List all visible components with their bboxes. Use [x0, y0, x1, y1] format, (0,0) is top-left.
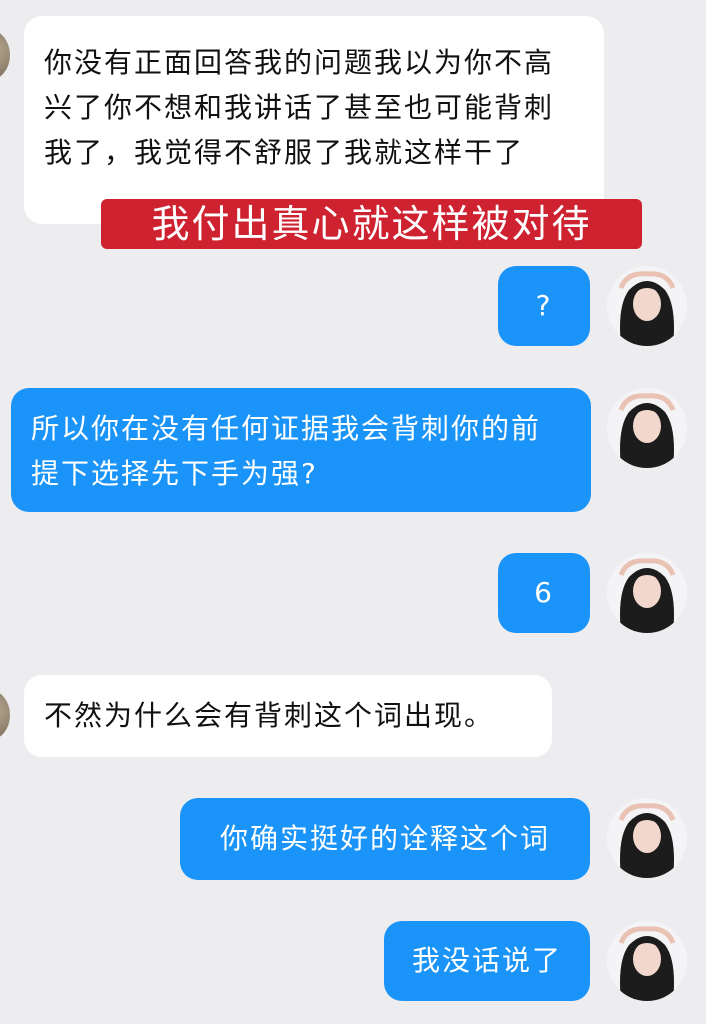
message-text: 不然为什么会有背刺这个词出现。: [44, 699, 495, 732]
caption-text: 我付出真心就这样被对待: [151, 202, 592, 246]
incoming-message-bubble[interactable]: 不然为什么会有背刺这个词出现。: [24, 675, 552, 757]
message-text: 你没有正面回答我的问题我以为你不高兴了你不想和我讲话了甚至也可能背刺我了，我觉得…: [44, 46, 555, 169]
contact-avatar[interactable]: [0, 30, 10, 80]
outgoing-message-bubble[interactable]: 6: [498, 553, 590, 633]
message-text: 你确实挺好的诠释这个词: [219, 822, 550, 855]
user-avatar[interactable]: [607, 388, 687, 468]
outgoing-message-bubble[interactable]: 所以你在没有任何证据我会背刺你的前提下选择先下手为强?: [11, 388, 591, 512]
outgoing-message-bubble[interactable]: ?: [498, 266, 590, 346]
user-avatar[interactable]: [607, 921, 687, 1001]
user-avatar[interactable]: [607, 266, 687, 346]
user-avatar[interactable]: [607, 553, 687, 633]
message-text: 我没话说了: [411, 944, 562, 977]
user-avatar[interactable]: [607, 798, 687, 878]
message-text: ?: [535, 289, 553, 322]
contact-avatar[interactable]: [0, 690, 10, 740]
message-text: 所以你在没有任何证据我会背刺你的前提下选择先下手为强?: [31, 412, 542, 490]
incoming-message-bubble[interactable]: 你没有正面回答我的问题我以为你不高兴了你不想和我讲话了甚至也可能背刺我了，我觉得…: [24, 16, 604, 224]
outgoing-message-bubble[interactable]: 你确实挺好的诠释这个词: [180, 798, 590, 880]
message-text: 6: [534, 576, 554, 609]
overlay-caption: 我付出真心就这样被对待: [101, 199, 642, 249]
outgoing-message-bubble[interactable]: 我没话说了: [384, 921, 590, 1001]
